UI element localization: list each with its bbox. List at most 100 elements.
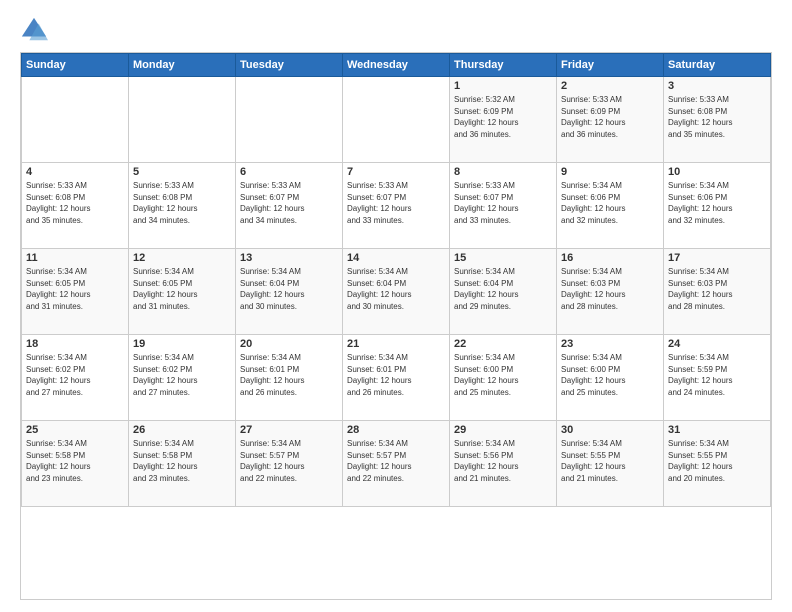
- day-info: Sunrise: 5:34 AM Sunset: 6:04 PM Dayligh…: [240, 266, 338, 312]
- day-number: 22: [454, 338, 552, 350]
- calendar-cell: 6 Sunrise: 5:33 AM Sunset: 6:07 PM Daylig…: [236, 163, 343, 249]
- day-number: 9: [561, 166, 659, 178]
- day-number: 13: [240, 252, 338, 264]
- day-number: 7: [347, 166, 445, 178]
- calendar-week-row: 18 Sunrise: 5:34 AM Sunset: 6:02 PM Dayli…: [22, 335, 771, 421]
- weekday-header: Tuesday: [236, 54, 343, 77]
- day-number: 16: [561, 252, 659, 264]
- calendar-cell: 5 Sunrise: 5:33 AM Sunset: 6:08 PM Daylig…: [129, 163, 236, 249]
- weekday-header: Thursday: [450, 54, 557, 77]
- day-info: Sunrise: 5:34 AM Sunset: 6:02 PM Dayligh…: [26, 352, 124, 398]
- calendar-cell: 18 Sunrise: 5:34 AM Sunset: 6:02 PM Dayli…: [22, 335, 129, 421]
- logo-icon: [20, 16, 48, 44]
- day-info: Sunrise: 5:33 AM Sunset: 6:08 PM Dayligh…: [26, 180, 124, 226]
- calendar-cell: 7 Sunrise: 5:33 AM Sunset: 6:07 PM Daylig…: [343, 163, 450, 249]
- day-number: 27: [240, 424, 338, 436]
- day-info: Sunrise: 5:34 AM Sunset: 5:57 PM Dayligh…: [240, 438, 338, 484]
- day-number: 10: [668, 166, 766, 178]
- weekday-header: Sunday: [22, 54, 129, 77]
- day-number: 1: [454, 80, 552, 92]
- day-number: 5: [133, 166, 231, 178]
- calendar-table: SundayMondayTuesdayWednesdayThursdayFrid…: [21, 53, 771, 507]
- calendar-cell: 19 Sunrise: 5:34 AM Sunset: 6:02 PM Dayli…: [129, 335, 236, 421]
- day-info: Sunrise: 5:34 AM Sunset: 6:05 PM Dayligh…: [26, 266, 124, 312]
- calendar-cell: [129, 77, 236, 163]
- header-row: SundayMondayTuesdayWednesdayThursdayFrid…: [22, 54, 771, 77]
- weekday-header: Wednesday: [343, 54, 450, 77]
- calendar-cell: 28 Sunrise: 5:34 AM Sunset: 5:57 PM Dayli…: [343, 421, 450, 507]
- day-info: Sunrise: 5:33 AM Sunset: 6:08 PM Dayligh…: [668, 94, 766, 140]
- day-info: Sunrise: 5:34 AM Sunset: 6:03 PM Dayligh…: [561, 266, 659, 312]
- calendar-cell: 25 Sunrise: 5:34 AM Sunset: 5:58 PM Dayli…: [22, 421, 129, 507]
- day-info: Sunrise: 5:33 AM Sunset: 6:09 PM Dayligh…: [561, 94, 659, 140]
- calendar-cell: 2 Sunrise: 5:33 AM Sunset: 6:09 PM Daylig…: [557, 77, 664, 163]
- day-info: Sunrise: 5:34 AM Sunset: 5:55 PM Dayligh…: [561, 438, 659, 484]
- calendar-cell: 24 Sunrise: 5:34 AM Sunset: 5:59 PM Dayli…: [664, 335, 771, 421]
- day-info: Sunrise: 5:34 AM Sunset: 5:58 PM Dayligh…: [26, 438, 124, 484]
- day-number: 24: [668, 338, 766, 350]
- day-info: Sunrise: 5:33 AM Sunset: 6:07 PM Dayligh…: [454, 180, 552, 226]
- day-info: Sunrise: 5:34 AM Sunset: 5:56 PM Dayligh…: [454, 438, 552, 484]
- calendar-week-row: 1 Sunrise: 5:32 AM Sunset: 6:09 PM Daylig…: [22, 77, 771, 163]
- calendar-cell: 13 Sunrise: 5:34 AM Sunset: 6:04 PM Dayli…: [236, 249, 343, 335]
- calendar-cell: 11 Sunrise: 5:34 AM Sunset: 6:05 PM Dayli…: [22, 249, 129, 335]
- calendar-cell: 17Sunrise: 5:34 AM Sunset: 6:03 PM Dayli…: [664, 249, 771, 335]
- day-number: 4: [26, 166, 124, 178]
- day-number: 12: [133, 252, 231, 264]
- day-info: Sunrise: 5:34 AM Sunset: 6:02 PM Dayligh…: [133, 352, 231, 398]
- day-info: Sunrise: 5:34 AM Sunset: 6:01 PM Dayligh…: [347, 352, 445, 398]
- calendar-cell: 27 Sunrise: 5:34 AM Sunset: 5:57 PM Dayli…: [236, 421, 343, 507]
- day-number: 19: [133, 338, 231, 350]
- calendar-cell: 23Sunrise: 5:34 AM Sunset: 6:00 PM Dayli…: [557, 335, 664, 421]
- calendar-cell: 9Sunrise: 5:34 AM Sunset: 6:06 PM Daylig…: [557, 163, 664, 249]
- day-info: Sunrise: 5:34 AM Sunset: 6:03 PM Dayligh…: [668, 266, 766, 312]
- day-info: Sunrise: 5:34 AM Sunset: 6:06 PM Dayligh…: [668, 180, 766, 226]
- day-number: 14: [347, 252, 445, 264]
- day-number: 28: [347, 424, 445, 436]
- day-info: Sunrise: 5:34 AM Sunset: 5:58 PM Dayligh…: [133, 438, 231, 484]
- calendar-cell: 29Sunrise: 5:34 AM Sunset: 5:56 PM Dayli…: [450, 421, 557, 507]
- calendar-cell: 26Sunrise: 5:34 AM Sunset: 5:58 PM Dayli…: [129, 421, 236, 507]
- day-info: Sunrise: 5:34 AM Sunset: 5:57 PM Dayligh…: [347, 438, 445, 484]
- calendar-week-row: 4 Sunrise: 5:33 AM Sunset: 6:08 PM Daylig…: [22, 163, 771, 249]
- calendar-cell: 16 Sunrise: 5:34 AM Sunset: 6:03 PM Dayli…: [557, 249, 664, 335]
- day-number: 30: [561, 424, 659, 436]
- calendar-cell: 1 Sunrise: 5:32 AM Sunset: 6:09 PM Daylig…: [450, 77, 557, 163]
- calendar-cell: 10 Sunrise: 5:34 AM Sunset: 6:06 PM Dayli…: [664, 163, 771, 249]
- logo: [20, 16, 52, 44]
- day-info: Sunrise: 5:34 AM Sunset: 6:00 PM Dayligh…: [561, 352, 659, 398]
- day-info: Sunrise: 5:33 AM Sunset: 6:07 PM Dayligh…: [240, 180, 338, 226]
- calendar-cell: 8Sunrise: 5:33 AM Sunset: 6:07 PM Daylig…: [450, 163, 557, 249]
- calendar-body: 1 Sunrise: 5:32 AM Sunset: 6:09 PM Daylig…: [22, 77, 771, 507]
- day-number: 2: [561, 80, 659, 92]
- day-number: 25: [26, 424, 124, 436]
- day-number: 3: [668, 80, 766, 92]
- day-info: Sunrise: 5:34 AM Sunset: 6:04 PM Dayligh…: [347, 266, 445, 312]
- day-info: Sunrise: 5:33 AM Sunset: 6:07 PM Dayligh…: [347, 180, 445, 226]
- calendar-week-row: 25 Sunrise: 5:34 AM Sunset: 5:58 PM Dayli…: [22, 421, 771, 507]
- day-number: 21: [347, 338, 445, 350]
- calendar-header: SundayMondayTuesdayWednesdayThursdayFrid…: [22, 54, 771, 77]
- calendar-cell: 21 Sunrise: 5:34 AM Sunset: 6:01 PM Dayli…: [343, 335, 450, 421]
- day-info: Sunrise: 5:33 AM Sunset: 6:08 PM Dayligh…: [133, 180, 231, 226]
- day-number: 31: [668, 424, 766, 436]
- weekday-header: Monday: [129, 54, 236, 77]
- calendar-cell: 3 Sunrise: 5:33 AM Sunset: 6:08 PM Daylig…: [664, 77, 771, 163]
- day-number: 20: [240, 338, 338, 350]
- calendar-cell: 4 Sunrise: 5:33 AM Sunset: 6:08 PM Daylig…: [22, 163, 129, 249]
- calendar-cell: 14 Sunrise: 5:34 AM Sunset: 6:04 PM Dayli…: [343, 249, 450, 335]
- day-number: 11: [26, 252, 124, 264]
- day-number: 6: [240, 166, 338, 178]
- calendar-cell: [343, 77, 450, 163]
- day-info: Sunrise: 5:34 AM Sunset: 5:59 PM Dayligh…: [668, 352, 766, 398]
- calendar-cell: 15Sunrise: 5:34 AM Sunset: 6:04 PM Dayli…: [450, 249, 557, 335]
- calendar-cell: [236, 77, 343, 163]
- day-info: Sunrise: 5:32 AM Sunset: 6:09 PM Dayligh…: [454, 94, 552, 140]
- calendar-cell: 20Sunrise: 5:34 AM Sunset: 6:01 PM Dayli…: [236, 335, 343, 421]
- day-number: 18: [26, 338, 124, 350]
- calendar: SundayMondayTuesdayWednesdayThursdayFrid…: [20, 52, 772, 600]
- header: [20, 16, 772, 44]
- calendar-cell: 30 Sunrise: 5:34 AM Sunset: 5:55 PM Dayli…: [557, 421, 664, 507]
- weekday-header: Friday: [557, 54, 664, 77]
- day-number: 15: [454, 252, 552, 264]
